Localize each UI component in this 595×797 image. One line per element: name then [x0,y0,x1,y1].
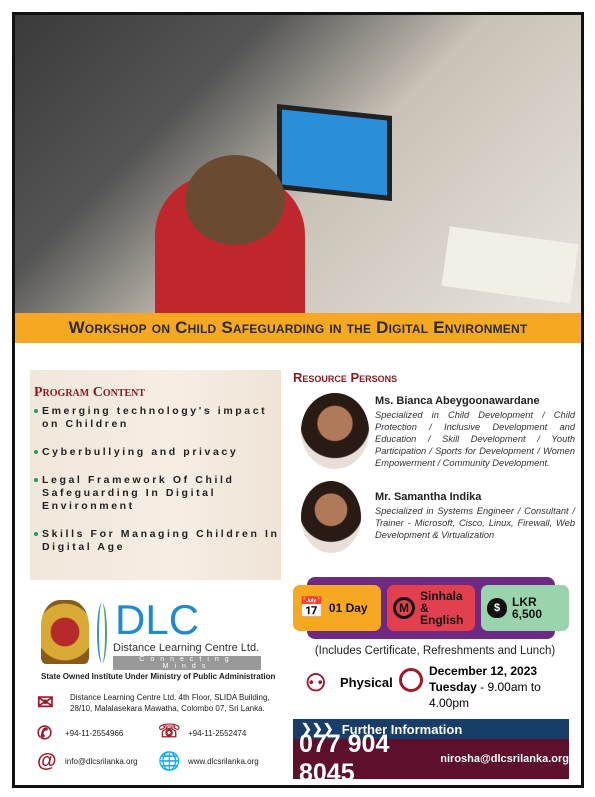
program-item: Cyberbullying and privacy [34,446,281,459]
fax-icon: ☏ [158,721,181,741]
dna-icon [97,603,107,663]
at-icon: @ [37,750,57,772]
fax: +94-11-2552474 [188,729,247,738]
program-item: Skills For Managing Children In Digital … [34,528,281,554]
language-text: Sinhala & English [420,589,464,627]
resource-persons: Resource Persons [293,370,578,385]
person-desc: Specialized in Child Development / Child… [375,410,575,468]
envelope-icon: ✉ [37,692,54,714]
child-head [185,155,285,245]
program-content: Program Content Emerging technology's im… [30,370,281,580]
globe-icon: 🌐 [158,751,181,771]
medium-icon: M [393,597,415,619]
language-badge: M Sinhala & English [387,585,475,631]
person-name: Ms. Bianca Abeygoonawardane [375,395,540,407]
contact-phone[interactable]: 077 904 8045 [299,730,432,785]
state-owned: State Owned Institute Under Ministry of … [41,672,276,681]
calendar-icon: 📅 [299,597,324,619]
org-tagline: Connecting Minds [113,656,261,670]
hero-photo [15,15,581,313]
program-item: Legal Framework Of Child Safeguarding In… [34,474,281,513]
address: Distance Learning Centre Ltd. 4th Floor,… [70,693,270,713]
org-name: Distance Learning Centre Ltd. [113,642,260,654]
book [441,226,579,304]
contact-bar: 077 904 8045 nirosha@dlcsrilanka.org [293,730,569,785]
fee-badge: $ LKR 6,500 [481,585,569,631]
program-item: Emerging technology's impact on Children [34,405,281,431]
duration-badge: 📅 01 Day [293,585,381,631]
event-day: Tuesday [429,680,477,694]
phone-icon: ✆ [37,723,53,743]
avatar-bianca [301,393,369,469]
person-name: Mr. Samantha Indika [375,491,482,503]
laptop-screen [277,103,392,202]
resource-heading: Resource Persons [293,370,398,385]
fee-text: LKR 6,500 [512,595,543,621]
clock-icon [399,668,423,692]
dlc-logo: DLC [115,596,200,643]
duration-text: 01 Day [328,601,368,615]
phone[interactable]: +94-11-2554966 [65,729,123,738]
flyer: Workshop on Child Safeguarding in the Di… [12,12,584,788]
website[interactable]: www.dlcsrilanka.org [188,757,259,766]
event-date: December 12, 2023 [429,664,538,678]
mode-text: Physical [340,675,393,690]
money-bag-icon: $ [487,598,507,618]
presenter-icon: ⚇ [305,670,327,697]
includes-note: (Includes Certificate, Refreshments and … [314,645,556,657]
workshop-title: Workshop on Child Safeguarding in the Di… [15,313,581,343]
sri-lanka-emblem [41,600,89,664]
avatar-samantha [301,481,361,553]
contact-email[interactable]: nirosha@dlcsrilanka.org [440,753,569,765]
email[interactable]: info@dlcsrilanka.org [65,757,138,766]
person-desc: Specialized in Systems Engineer / Consul… [375,506,575,540]
program-heading: Program Content [34,385,146,400]
